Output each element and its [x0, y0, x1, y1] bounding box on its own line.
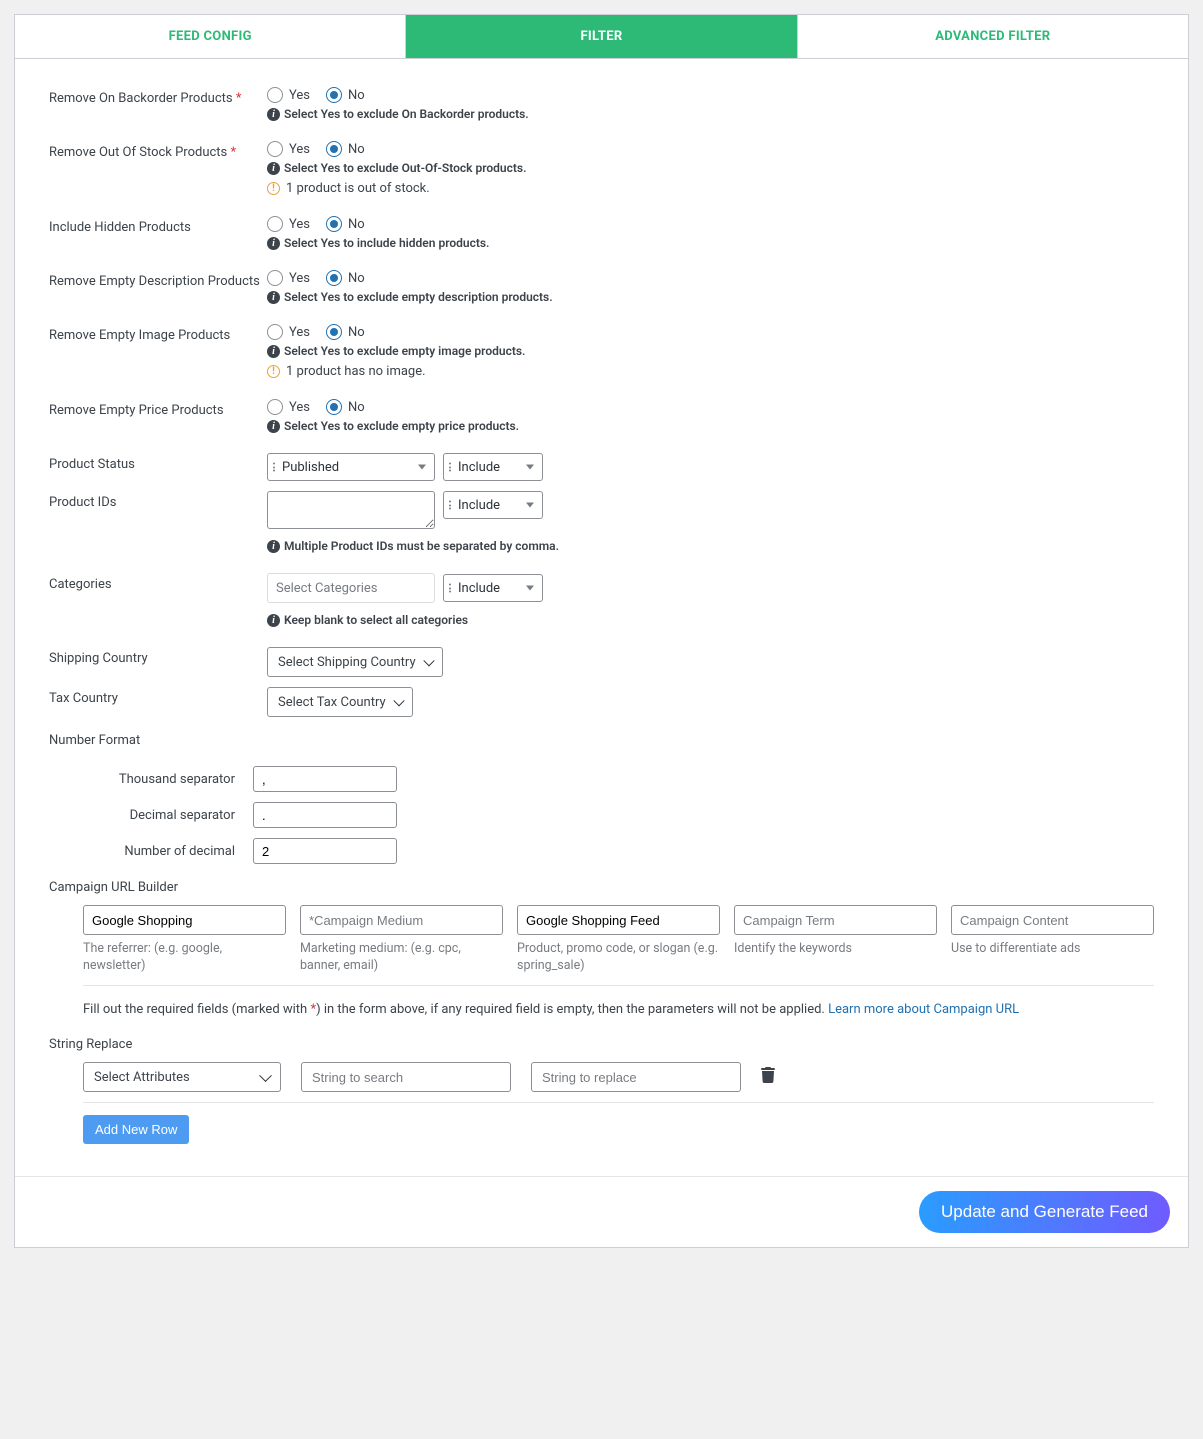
info-icon: i: [267, 614, 280, 627]
campaign-note: Fill out the required fields (marked wit…: [83, 1000, 1154, 1020]
tab-filter[interactable]: FILTER: [406, 15, 797, 58]
trash-icon[interactable]: [761, 1067, 777, 1087]
campaign-content-input[interactable]: [951, 905, 1154, 935]
info-icon: i: [267, 108, 280, 121]
emptydesc-hint: iSelect Yes to exclude empty description…: [267, 290, 1154, 304]
emptyimg-label: Remove Empty Image Products: [49, 324, 267, 343]
info-icon: i: [267, 345, 280, 358]
campaign-title: Campaign URL Builder: [49, 880, 1154, 895]
numdec-label: Number of decimal: [49, 844, 253, 859]
categories-hint: iKeep blank to select all categories: [267, 613, 1154, 627]
numfmt-title: Number Format: [49, 733, 1154, 748]
outofstock-label: Remove Out Of Stock Products *: [49, 141, 267, 160]
emptyprice-label: Remove Empty Price Products: [49, 399, 267, 418]
backorder-hint: iSelect Yes to exclude On Backorder prod…: [267, 107, 1154, 121]
campaign-term-desc: Identify the keywords: [734, 941, 937, 958]
emptyprice-hint: iSelect Yes to exclude empty price produ…: [267, 419, 1154, 433]
campaign-medium-desc: Marketing medium: (e.g. cpc, banner, ema…: [300, 941, 503, 975]
sr-search-input[interactable]: [301, 1062, 511, 1092]
categories-input[interactable]: Select Categories: [267, 573, 435, 603]
hidden-no[interactable]: [326, 216, 342, 232]
shipping-label: Shipping Country: [49, 647, 267, 666]
info-icon: i: [267, 291, 280, 304]
info-icon: i: [267, 420, 280, 433]
emptyimg-warning: !1 product has no image.: [267, 364, 1154, 379]
ids-textarea[interactable]: [267, 491, 435, 529]
warning-icon: !: [267, 365, 280, 378]
ids-include-select[interactable]: Include: [443, 491, 543, 519]
campaign-name-desc: Product, promo code, or slogan (e.g. spr…: [517, 941, 720, 975]
tab-feed-config[interactable]: FEED CONFIG: [15, 15, 406, 58]
campaign-name-input[interactable]: [517, 905, 720, 935]
thousand-input[interactable]: [253, 766, 397, 792]
outofstock-hint: iSelect Yes to exclude Out-Of-Stock prod…: [267, 161, 1154, 175]
campaign-medium-input[interactable]: [300, 905, 503, 935]
info-icon: i: [267, 540, 280, 553]
campaign-source-desc: The referrer: (e.g. google, newsletter): [83, 941, 286, 975]
campaign-learn-link[interactable]: Learn more about Campaign URL: [828, 1002, 1019, 1017]
emptyimg-no[interactable]: [326, 324, 342, 340]
tax-select[interactable]: Select Tax Country: [267, 687, 413, 717]
status-select[interactable]: Published: [267, 453, 435, 481]
info-icon: i: [267, 162, 280, 175]
emptydesc-no[interactable]: [326, 270, 342, 286]
categories-label: Categories: [49, 573, 267, 592]
emptyimg-yes[interactable]: [267, 324, 283, 340]
tax-label: Tax Country: [49, 687, 267, 706]
stringreplace-title: String Replace: [49, 1037, 1154, 1052]
campaign-term-input[interactable]: [734, 905, 937, 935]
status-label: Product Status: [49, 453, 267, 472]
categories-include-select[interactable]: Include: [443, 574, 543, 602]
status-include-select[interactable]: Include: [443, 453, 543, 481]
emptyimg-hint: iSelect Yes to exclude empty image produ…: [267, 344, 1154, 358]
sr-replace-input[interactable]: [531, 1062, 741, 1092]
sr-attribute-select[interactable]: Select Attributes: [83, 1062, 281, 1092]
backorder-no[interactable]: [326, 87, 342, 103]
emptydesc-yes[interactable]: [267, 270, 283, 286]
numdec-input[interactable]: [253, 838, 397, 864]
shipping-select[interactable]: Select Shipping Country: [267, 647, 443, 677]
campaign-source-input[interactable]: [83, 905, 286, 935]
backorder-label: Remove On Backorder Products *: [49, 87, 267, 106]
campaign-content-desc: Use to differentiate ads: [951, 941, 1154, 958]
outofstock-yes[interactable]: [267, 141, 283, 157]
tab-advanced-filter[interactable]: ADVANCED FILTER: [798, 15, 1188, 58]
submit-button[interactable]: Update and Generate Feed: [919, 1191, 1170, 1233]
ids-label: Product IDs: [49, 491, 267, 510]
hidden-hint: iSelect Yes to include hidden products.: [267, 236, 1154, 250]
warning-icon: !: [267, 182, 280, 195]
emptyprice-yes[interactable]: [267, 399, 283, 415]
emptydesc-label: Remove Empty Description Products: [49, 270, 267, 289]
outofstock-no[interactable]: [326, 141, 342, 157]
outofstock-warning: !1 product is out of stock.: [267, 181, 1154, 196]
hidden-label: Include Hidden Products: [49, 216, 267, 235]
decimal-label: Decimal separator: [49, 808, 253, 823]
ids-hint: iMultiple Product IDs must be separated …: [267, 539, 1154, 553]
add-row-button[interactable]: Add New Row: [83, 1115, 189, 1144]
decimal-input[interactable]: [253, 802, 397, 828]
info-icon: i: [267, 237, 280, 250]
hidden-yes[interactable]: [267, 216, 283, 232]
backorder-yes[interactable]: [267, 87, 283, 103]
emptyprice-no[interactable]: [326, 399, 342, 415]
thousand-label: Thousand separator: [49, 772, 253, 787]
